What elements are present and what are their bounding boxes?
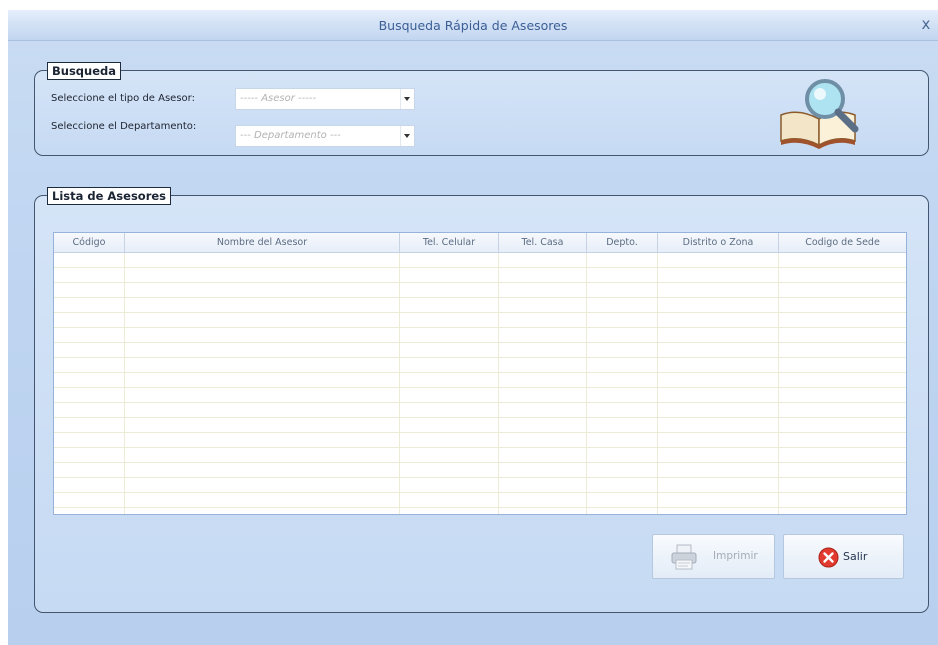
column-header-distrito[interactable]: Distrito o Zona <box>658 233 779 252</box>
column-header-tel-celular[interactable]: Tel. Celular <box>400 233 499 252</box>
printer-icon <box>671 544 697 570</box>
table-header: Código Nombre del Asesor Tel. Celular Te… <box>54 233 906 253</box>
chevron-down-icon[interactable] <box>400 126 414 146</box>
departamento-select[interactable]: --- Departamento --- <box>235 125 415 147</box>
exit-button[interactable]: Salir <box>783 534 904 579</box>
departamento-value: --- Departamento --- <box>240 130 341 141</box>
print-button-label: Imprimir <box>713 550 758 562</box>
title-bar: Busqueda Rápida de Asesores x <box>8 10 938 41</box>
departamento-label: Seleccione el Departamento: <box>51 121 197 132</box>
column-header-nombre[interactable]: Nombre del Asesor <box>125 233 400 252</box>
tipo-asesor-select[interactable]: ----- Asesor ----- <box>235 88 415 110</box>
exit-button-label: Salir <box>843 550 868 563</box>
column-divider <box>778 253 779 514</box>
window-title: Busqueda Rápida de Asesores <box>378 18 568 33</box>
close-circle-icon <box>818 547 839 568</box>
asesores-table[interactable]: Código Nombre del Asesor Tel. Celular Te… <box>53 232 907 515</box>
tipo-asesor-label: Seleccione el tipo de Asesor: <box>51 93 195 104</box>
search-group-legend: Busqueda <box>47 62 122 80</box>
column-header-depto[interactable]: Depto. <box>587 233 658 252</box>
print-button[interactable]: Imprimir <box>652 534 775 579</box>
list-group: Lista de Asesores Código Nombre del Ases… <box>34 187 929 613</box>
book-magnifier-icon <box>780 79 859 149</box>
column-divider <box>399 253 400 514</box>
chevron-down-icon[interactable] <box>400 89 414 109</box>
search-group: Busqueda Seleccione el tipo de Asesor: -… <box>34 62 929 156</box>
column-header-tel-casa[interactable]: Tel. Casa <box>499 233 587 252</box>
column-divider <box>657 253 658 514</box>
column-header-codigo[interactable]: Código <box>54 233 125 252</box>
tipo-asesor-value: ----- Asesor ----- <box>240 93 317 104</box>
column-divider <box>498 253 499 514</box>
list-group-legend: Lista de Asesores <box>47 187 172 205</box>
column-divider <box>124 253 125 514</box>
column-divider <box>586 253 587 514</box>
quick-search-window: Busqueda Rápida de Asesores x Busqueda S… <box>8 10 938 645</box>
table-body[interactable] <box>54 253 906 514</box>
close-icon[interactable]: x <box>918 16 934 32</box>
column-header-sede[interactable]: Codigo de Sede <box>779 233 906 252</box>
